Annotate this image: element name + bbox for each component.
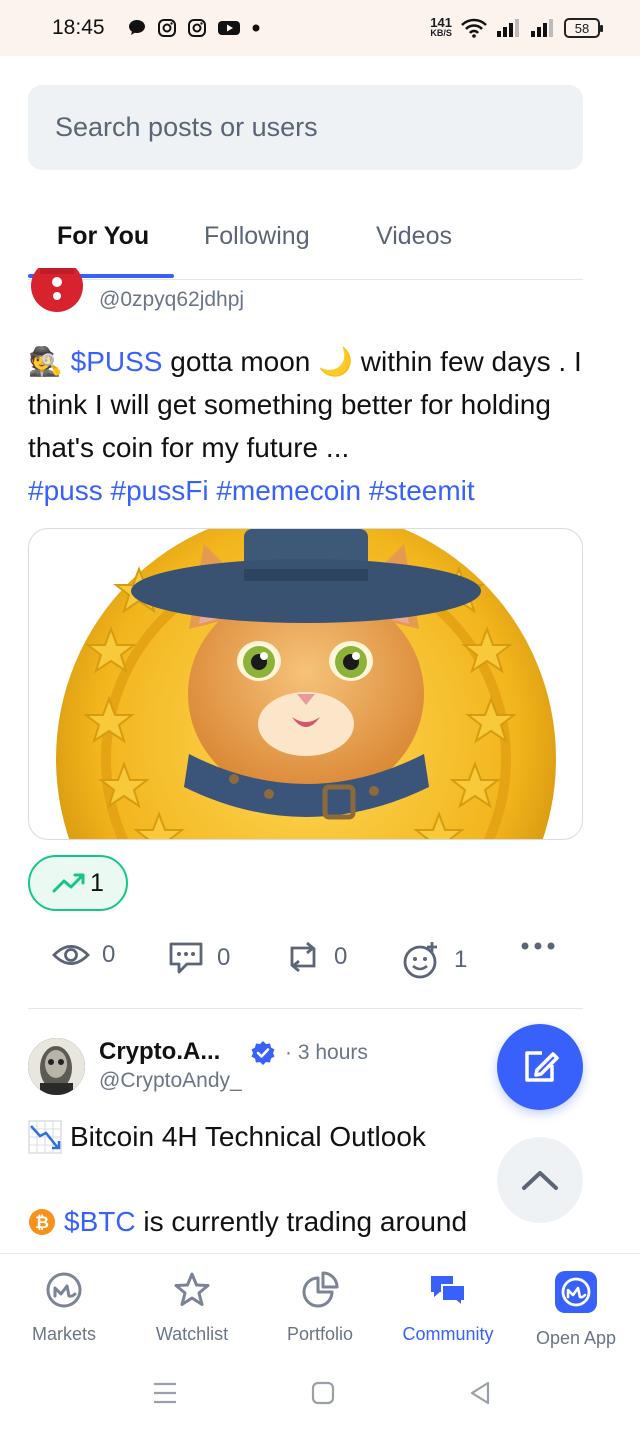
bottom-navigation: Markets Watchlist Portfolio Community Op… [0,1253,640,1358]
system-navigation-bar [0,1358,640,1433]
comments-count: 0 [217,944,231,971]
add-reaction-icon [403,942,437,979]
author-handle[interactable]: @0zpyq62jdhpj [99,288,244,312]
star-icon [174,1272,210,1306]
chart-decreasing-emoji-icon [28,1120,62,1154]
avatar[interactable] [28,1038,85,1095]
youtube-icon [217,21,240,35]
home-icon[interactable] [311,1380,335,1406]
more-dots-icon [521,942,555,950]
markets-icon [46,1272,82,1308]
post-body[interactable]: 🕵 $PUSS gotta moon 🌙 within few days . I… [28,340,593,512]
search-input[interactable] [55,112,583,143]
post-body[interactable]: ₿ $BTC is currently trading around [28,1206,467,1238]
scroll-to-top-button[interactable] [497,1137,583,1223]
post-image[interactable] [28,528,583,840]
feed-tabs: For You Following Videos [28,210,583,280]
nav-portfolio[interactable]: Portfolio [256,1270,384,1345]
moon-emoji: 🌙 [318,346,354,377]
trend-count: 1 [90,868,104,897]
notification-icons [127,18,261,38]
nav-label: Portfolio [286,1324,354,1344]
avatar-image [28,1038,85,1095]
network-speed-value: 141 [430,15,452,30]
repost-action[interactable]: 0 [284,940,347,974]
wifi-icon [461,18,487,38]
avatar[interactable] [30,268,84,314]
nav-community[interactable]: Community [384,1270,512,1345]
bitcoin-icon: ₿ [29,1209,55,1235]
comment-action[interactable]: 0 [167,940,230,976]
author-handle[interactable]: @CryptoAndy_ [99,1069,242,1093]
search-bar[interactable] [28,85,583,170]
instagram-icon [157,19,176,37]
ticker-link[interactable]: $PUSS [71,346,163,377]
post-text-part: gotta moon [162,346,319,377]
author-name[interactable]: Crypto.A... [99,1038,220,1066]
views-count: 0 [102,941,116,968]
tab-following[interactable]: Following [204,222,310,251]
pie-chart-icon [302,1271,339,1308]
reposts-count: 0 [334,943,348,970]
compose-icon [525,1051,559,1082]
nav-open-app[interactable]: Open App [512,1270,640,1349]
more-action[interactable] [520,940,556,952]
post-time: · 3 hours [285,1041,368,1064]
reactions-count: 1 [454,946,468,973]
nav-label: Community [402,1324,494,1344]
tab-videos[interactable]: Videos [376,222,452,251]
verified-badge-icon [251,1041,275,1065]
chat-icon [431,1276,466,1309]
tab-for-you[interactable]: For You [57,222,149,251]
post-divider [28,1008,583,1009]
eye-icon [52,945,90,965]
nav-watchlist[interactable]: Watchlist [128,1270,256,1345]
chevron-up-icon [522,1171,558,1190]
nav-label: Markets [31,1324,96,1344]
signal-icon-2 [531,19,553,37]
svg-text:₿: ₿ [35,1213,49,1232]
more-notifications-dot-icon [252,24,260,32]
recent-apps-icon[interactable] [152,1380,178,1406]
status-time: 18:45 [52,16,105,39]
app-logo-icon [555,1271,597,1313]
network-speed-unit: KB/S [430,28,452,38]
hashtag-link[interactable]: #puss [28,475,103,506]
comment-icon [169,942,203,974]
post-actions: 0 0 0 1 [52,940,562,980]
trending-up-icon [52,873,85,893]
post-title-text: Bitcoin 4H Technical Outlook [70,1121,426,1152]
status-bar: 18:45 141 KB/S 58 [0,0,640,56]
repost-icon [290,941,316,973]
cat-coin-illustration [56,529,556,839]
post-text-part: is currently trading around [135,1206,468,1237]
chat-notification-icon [128,20,145,35]
instagram-icon-2 [187,19,206,37]
battery-indicator: 58 [564,18,603,38]
nav-label: Watchlist [155,1324,229,1344]
nav-label: Open App [535,1328,617,1348]
compose-button[interactable] [497,1024,583,1110]
network-speed: 141 KB/S [430,15,452,38]
nav-markets[interactable]: Markets [0,1270,128,1345]
reaction-action[interactable]: 1 [402,940,467,980]
avatar-image [31,268,83,312]
hashtag-link[interactable]: #steemit [369,475,475,506]
post-title[interactable]: Bitcoin 4H Technical Outlook [28,1120,426,1154]
signal-icon [497,19,519,37]
battery-level: 58 [574,20,590,36]
back-icon[interactable] [468,1380,492,1406]
ticker-link[interactable]: $BTC [64,1206,136,1237]
trend-badge[interactable]: 1 [28,855,128,911]
hashtag-link[interactable]: #memecoin [216,475,361,506]
detective-emoji: 🕵 [28,346,63,377]
views-action[interactable]: 0 [52,940,115,970]
hashtag-link[interactable]: #pussFi [111,475,209,506]
